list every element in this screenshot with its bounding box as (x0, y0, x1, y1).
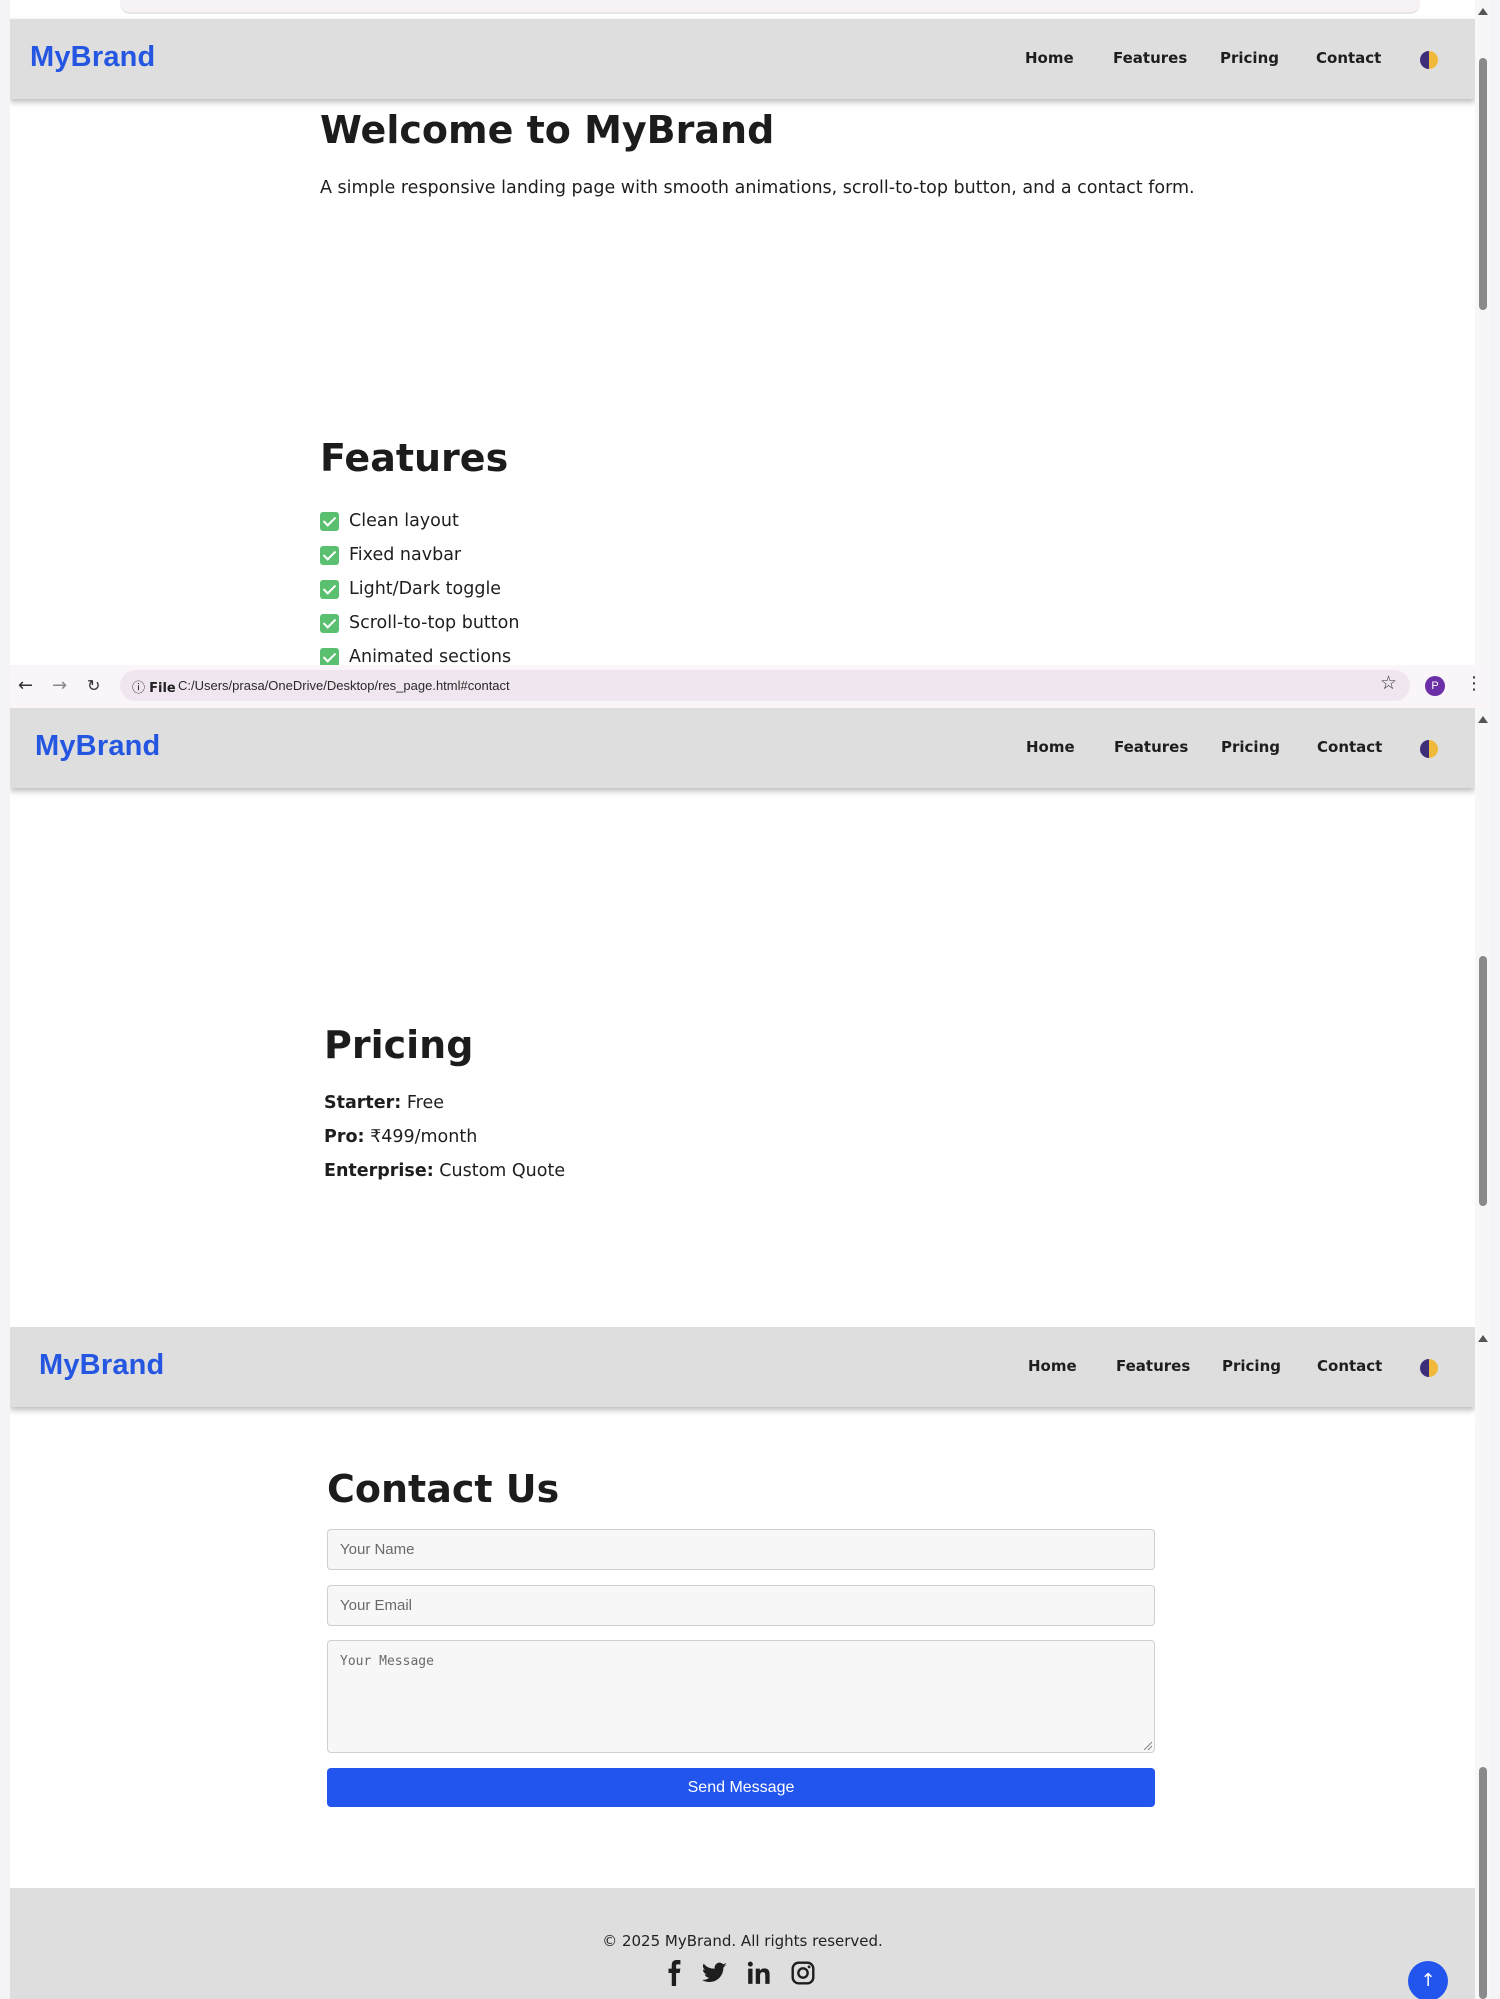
address-url[interactable]: C:/Users/prasa/OneDrive/Desktop/res_page… (178, 678, 510, 693)
screenshot-panel-contact: MyBrand Home Features Pricing Contact Co… (10, 1327, 1490, 1999)
page-scrollbar[interactable] (1475, 0, 1490, 665)
back-arrow-icon[interactable]: ← (18, 675, 33, 696)
price-row: Pro: ₹499/month (324, 1120, 565, 1154)
nav-link-home[interactable]: Home (1025, 49, 1074, 67)
plan-price: ₹499/month (370, 1127, 478, 1147)
check-icon (320, 647, 339, 665)
facebook-icon[interactable] (662, 1960, 688, 1986)
site-info-icon[interactable]: ⓘ File (132, 677, 176, 696)
email-field-placeholder: Your Email (340, 1597, 412, 1614)
pricing-list: Starter: Free Pro: ₹499/month Enterprise… (324, 1086, 565, 1188)
navbar: MyBrand Home Features Pricing Contact (10, 19, 1475, 99)
hero-section: Welcome to MyBrand A simple responsive l… (320, 108, 1195, 198)
check-icon (320, 579, 339, 599)
browser-tabstrip-edge (120, 0, 1420, 14)
email-field[interactable]: Your Email (327, 1585, 1155, 1626)
scrollbar-thumb[interactable] (1479, 956, 1487, 1206)
nav-link-home[interactable]: Home (1028, 1357, 1077, 1375)
brand-logo[interactable]: MyBrand (30, 41, 155, 74)
forward-arrow-icon[interactable]: → (52, 675, 67, 696)
feature-item: Fixed navbar (320, 538, 519, 572)
scroll-up-arrow-icon[interactable] (1478, 716, 1488, 723)
navbar: MyBrand Home Features Pricing Contact (10, 1327, 1475, 1407)
scroll-up-arrow-icon[interactable] (1478, 1335, 1488, 1342)
nav-link-home[interactable]: Home (1026, 738, 1075, 756)
name-field-placeholder: Your Name (340, 1541, 415, 1558)
hero-subtitle: A simple responsive landing page with sm… (320, 178, 1195, 198)
nav-link-features[interactable]: Features (1113, 49, 1187, 67)
page-viewport: MyBrand Home Features Pricing Contact We… (10, 0, 1475, 665)
brand-logo[interactable]: MyBrand (35, 730, 160, 763)
feature-item: Animated sections (320, 640, 519, 665)
footer: © 2025 MyBrand. All rights reserved. ↑ (10, 1888, 1475, 1999)
nav-link-pricing[interactable]: Pricing (1222, 1357, 1281, 1375)
scrollbar-thumb[interactable] (1479, 58, 1487, 310)
reload-icon[interactable]: ↻ (87, 676, 100, 695)
scroll-up-arrow-icon[interactable] (1478, 8, 1488, 15)
resize-grip-icon[interactable] (1144, 1742, 1152, 1750)
plan-price: Custom Quote (439, 1161, 566, 1181)
features-list: Clean layout Fixed navbar Light/Dark tog… (320, 504, 519, 665)
contact-title: Contact Us (327, 1467, 560, 1511)
browser-menu-icon[interactable]: ⋮ (1465, 673, 1483, 694)
nav-link-pricing[interactable]: Pricing (1221, 738, 1280, 756)
price-row: Enterprise: Custom Quote (324, 1154, 565, 1188)
pricing-section: Pricing Starter: Free Pro: ₹499/month En… (324, 1023, 565, 1188)
message-field-placeholder: Your Message (340, 1654, 434, 1669)
price-row: Starter: Free (324, 1086, 565, 1120)
nav-link-pricing[interactable]: Pricing (1220, 49, 1279, 67)
check-icon (320, 511, 339, 531)
copyright-text: © 2025 MyBrand. All rights reserved. (602, 1932, 883, 1950)
browser-toolbar: ← → ↻ ⓘ File C:/Users/prasa/OneDrive/Des… (10, 665, 1490, 708)
nav-link-contact[interactable]: Contact (1316, 49, 1381, 67)
half-moon-theme-icon[interactable] (1420, 51, 1438, 69)
contact-section: Contact Us Your Name Your Email Your Mes… (327, 1467, 1155, 1867)
feature-item: Scroll-to-top button (320, 606, 519, 640)
screenshot-panel-home: MyBrand Home Features Pricing Contact We… (10, 0, 1490, 665)
nav-link-features[interactable]: Features (1114, 738, 1188, 756)
profile-avatar[interactable]: P (1425, 676, 1445, 696)
nav-link-contact[interactable]: Contact (1317, 1357, 1382, 1375)
plan-name: Starter: (324, 1093, 402, 1113)
half-moon-theme-icon[interactable] (1420, 1359, 1438, 1377)
check-icon (320, 545, 339, 565)
plan-name: Enterprise: (324, 1161, 434, 1181)
twitter-icon[interactable] (702, 1960, 728, 1986)
linkedin-icon[interactable] (746, 1960, 772, 1986)
page-scrollbar[interactable] (1475, 1327, 1490, 1999)
address-bar[interactable]: ⓘ File C:/Users/prasa/OneDrive/Desktop/r… (120, 670, 1410, 701)
screenshot-panel-pricing: ← → ↻ ⓘ File C:/Users/prasa/OneDrive/Des… (10, 665, 1490, 1327)
check-icon (320, 613, 339, 633)
scrollbar-thumb[interactable] (1479, 1767, 1487, 1999)
send-message-button[interactable]: Send Message (327, 1768, 1155, 1807)
page-viewport: MyBrand Home Features Pricing Contact Co… (10, 1327, 1475, 1999)
half-moon-theme-icon[interactable] (1420, 740, 1438, 758)
scroll-to-top-button[interactable]: ↑ (1408, 1961, 1448, 1999)
pricing-title: Pricing (324, 1023, 474, 1067)
navbar: MyBrand Home Features Pricing Contact (10, 708, 1475, 788)
hero-title: Welcome to MyBrand (320, 108, 775, 152)
message-field[interactable]: Your Message (327, 1640, 1155, 1753)
nav-link-contact[interactable]: Contact (1317, 738, 1382, 756)
plan-name: Pro: (324, 1127, 365, 1147)
features-section: Features Clean layout Fixed navbar Light… (320, 436, 519, 665)
brand-logo[interactable]: MyBrand (39, 1349, 164, 1382)
nav-link-features[interactable]: Features (1116, 1357, 1190, 1375)
feature-item: Clean layout (320, 504, 519, 538)
feature-item: Light/Dark toggle (320, 572, 519, 606)
plan-price: Free (406, 1093, 444, 1113)
instagram-icon[interactable] (790, 1960, 816, 1986)
features-title: Features (320, 436, 509, 480)
page-scrollbar[interactable] (1475, 708, 1490, 1327)
page-viewport: MyBrand Home Features Pricing Contact Pr… (10, 708, 1475, 1327)
bookmark-star-icon[interactable]: ☆ (1380, 672, 1397, 694)
name-field[interactable]: Your Name (327, 1529, 1155, 1570)
